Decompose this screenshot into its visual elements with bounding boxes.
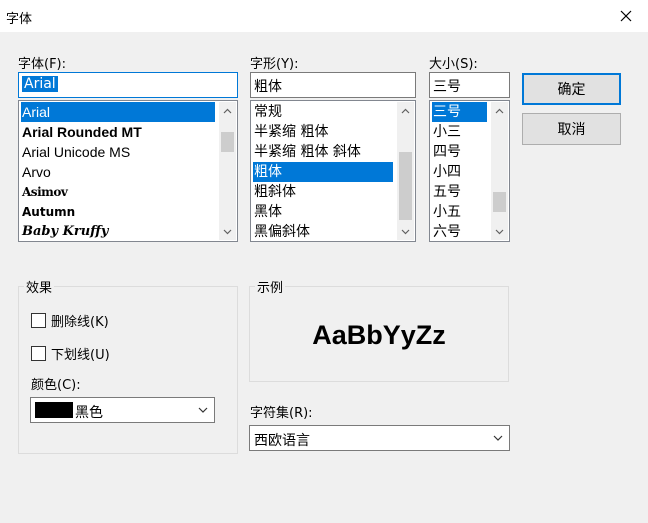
color-select[interactable]: 黑色 [30, 397, 215, 423]
font-list-scrollbar[interactable] [219, 102, 236, 240]
color-select-value: 黑色 [75, 405, 103, 421]
scroll-thumb[interactable] [399, 152, 412, 220]
size-list-scrollbar[interactable] [491, 102, 508, 240]
scroll-up-button[interactable] [397, 102, 414, 119]
list-item[interactable]: Arial [21, 102, 215, 122]
scroll-down-button[interactable] [491, 223, 508, 240]
font-label: 字体(F): [18, 57, 67, 72]
style-list[interactable]: 常规 半紧缩 粗体 半紧缩 粗体 斜体 粗体 粗斜体 黑体 黑偏斜体 [250, 100, 416, 242]
size-input-value: 三号 [433, 79, 461, 95]
list-item[interactable]: 五号 [432, 182, 461, 202]
sample-text: AaBbYyZz [312, 320, 446, 350]
list-item[interactable]: 常规 [253, 102, 282, 122]
scroll-up-button[interactable] [491, 102, 508, 119]
chevron-up-icon [495, 108, 504, 113]
window-title: 字体 [6, 12, 33, 27]
list-item[interactable]: 三号 [432, 102, 487, 122]
list-item[interactable]: 小四 [432, 162, 461, 182]
list-item[interactable]: Arial Rounded MT [21, 122, 142, 142]
font-list[interactable]: Arial Arial Rounded MT Arial Unicode MS … [18, 100, 238, 242]
list-item[interactable]: 小三 [432, 122, 461, 142]
scroll-down-button[interactable] [397, 223, 414, 240]
close-button[interactable] [612, 4, 640, 28]
list-item[interactable]: Autumn [21, 202, 75, 222]
charset-select-value: 西欧语言 [254, 433, 310, 449]
style-input-value: 粗体 [254, 79, 282, 95]
chevron-down-icon [495, 229, 504, 234]
color-swatch [35, 402, 73, 418]
cancel-button[interactable]: 取消 [522, 113, 621, 145]
size-list[interactable]: 三号 小三 四号 小四 五号 小五 六号 [429, 100, 510, 242]
list-item[interactable]: Arial Unicode MS [21, 142, 130, 162]
sample-label: 示例 [255, 277, 286, 296]
scroll-thumb[interactable] [493, 192, 506, 212]
underline-checkbox-row[interactable]: 下划线(U) [31, 344, 110, 363]
scroll-thumb[interactable] [221, 132, 234, 152]
list-item[interactable]: Arvo [21, 162, 51, 182]
scroll-up-button[interactable] [219, 102, 236, 119]
style-list-scrollbar[interactable] [397, 102, 414, 240]
list-item[interactable]: 粗斜体 [253, 182, 296, 202]
list-item[interactable]: 黑偏斜体 [253, 222, 310, 241]
list-item[interactable]: 小五 [432, 202, 461, 222]
chevron-down-icon [223, 229, 232, 234]
underline-checkbox[interactable] [31, 346, 46, 361]
chevron-down-icon [198, 407, 208, 413]
list-item[interactable]: Baby Kruffy [21, 222, 109, 241]
list-item[interactable]: 半紧缩 粗体 [253, 122, 328, 142]
font-input[interactable]: Arial [18, 72, 238, 98]
font-input-value: Arial [22, 76, 58, 92]
list-item[interactable]: Asimov [21, 182, 68, 202]
strikeout-checkbox-row[interactable]: 删除线(K) [31, 311, 109, 330]
list-item[interactable]: 粗体 [253, 162, 393, 182]
style-input[interactable]: 粗体 [250, 72, 416, 98]
color-label: 颜色(C): [31, 378, 81, 393]
ok-button[interactable]: 确定 [522, 73, 621, 105]
charset-label: 字符集(R): [250, 406, 313, 421]
close-icon [620, 10, 632, 22]
list-item[interactable]: 六号 [432, 222, 461, 241]
list-item[interactable]: 黑体 [253, 202, 282, 222]
chevron-up-icon [401, 108, 410, 113]
size-label: 大小(S): [429, 57, 478, 72]
list-item[interactable]: 半紧缩 粗体 斜体 [253, 142, 361, 162]
strikeout-label: 删除线(K) [51, 315, 109, 330]
charset-select[interactable]: 西欧语言 [249, 425, 510, 451]
effects-label: 效果 [24, 277, 55, 296]
list-item[interactable]: 四号 [432, 142, 461, 162]
scroll-down-button[interactable] [219, 223, 236, 240]
strikeout-checkbox[interactable] [31, 313, 46, 328]
title-bar [0, 0, 648, 32]
chevron-up-icon [223, 108, 232, 113]
underline-label: 下划线(U) [51, 348, 110, 363]
chevron-down-icon [401, 229, 410, 234]
chevron-down-icon [493, 435, 503, 441]
style-label: 字形(Y): [250, 57, 299, 72]
size-input[interactable]: 三号 [429, 72, 510, 98]
